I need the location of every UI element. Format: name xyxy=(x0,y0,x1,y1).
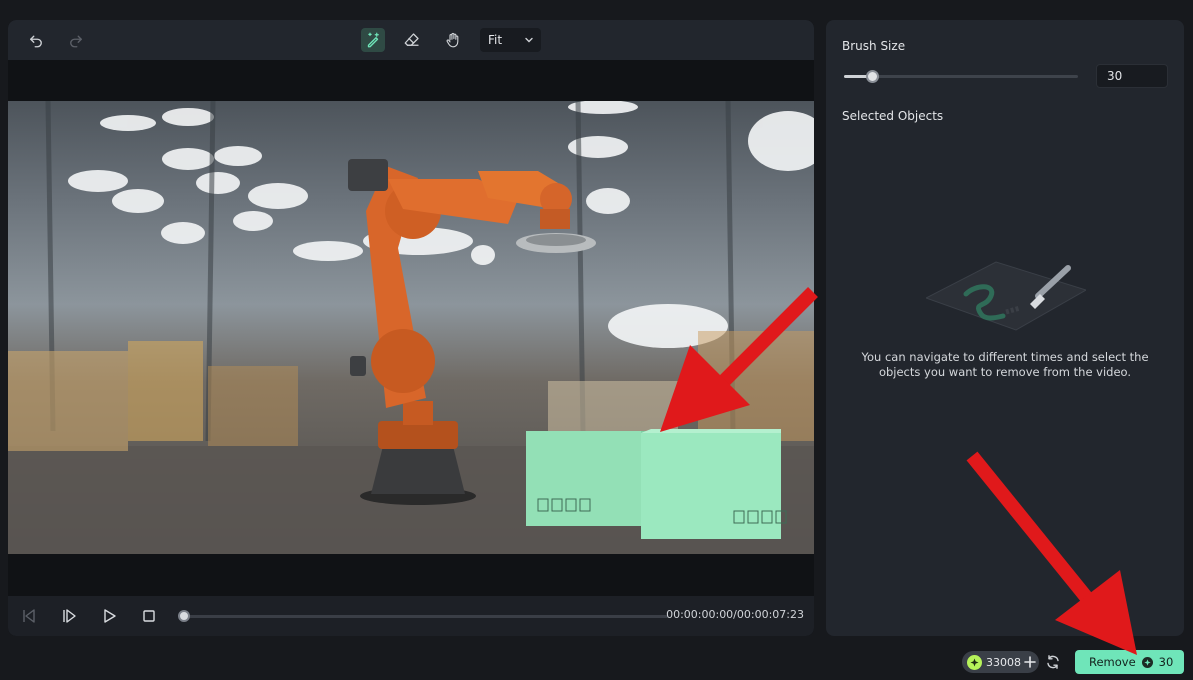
empty-state-message: You can navigate to different times and … xyxy=(861,350,1149,379)
video-preview[interactable] xyxy=(8,101,814,554)
credit-coin-icon xyxy=(967,654,982,670)
redo-button[interactable] xyxy=(64,28,88,52)
undo-button[interactable] xyxy=(24,28,48,52)
credits-value: 33008 xyxy=(986,655,1021,669)
undo-icon xyxy=(30,35,42,48)
next-frame-button[interactable] xyxy=(60,607,78,625)
remove-button-label: Remove xyxy=(1089,655,1136,669)
object-remover-panel: Brush Size 30 Selected Objects You can n… xyxy=(826,20,1184,636)
timeline-scrubber[interactable] xyxy=(184,615,668,618)
smart-brush-button[interactable] xyxy=(361,28,385,52)
stop-button[interactable] xyxy=(140,607,158,625)
selected-objects-label: Selected Objects xyxy=(842,109,944,123)
timecode: 00:00:00:00/00:00:07:23 xyxy=(666,608,804,621)
next-frame-icon xyxy=(63,609,76,623)
empty-state-illustration xyxy=(926,261,1086,331)
hand-button[interactable] xyxy=(441,28,465,52)
playback-bar: 00:00:00:00/00:00:07:23 xyxy=(8,596,814,636)
preview-panel: Fit 00:00:00:00/00:00:07:23 xyxy=(8,20,814,636)
scrubber-handle[interactable] xyxy=(178,610,190,622)
play-button[interactable] xyxy=(100,607,118,625)
refresh-icon[interactable] xyxy=(1045,654,1061,670)
eraser-button[interactable] xyxy=(400,28,424,52)
credits-balance[interactable]: 33008 xyxy=(962,651,1039,673)
preview-toolbar: Fit xyxy=(8,20,814,60)
video-frame-image xyxy=(8,101,814,554)
brush-size-slider[interactable] xyxy=(844,75,1078,78)
remove-cost: 30 xyxy=(1158,655,1174,669)
zoom-select-value: Fit xyxy=(488,33,503,47)
smart-brush-icon xyxy=(367,32,379,48)
credit-coin-icon xyxy=(1141,656,1153,668)
stop-icon xyxy=(143,610,155,622)
prev-frame-button[interactable] xyxy=(20,607,38,625)
plus-icon[interactable] xyxy=(1024,656,1036,668)
play-icon xyxy=(104,609,116,623)
chevron-down-icon xyxy=(525,37,533,43)
redo-icon xyxy=(70,35,82,48)
zoom-select[interactable]: Fit xyxy=(480,28,541,52)
prev-frame-icon xyxy=(23,609,35,623)
brush-size-input[interactable]: 30 xyxy=(1096,64,1168,88)
brush-size-label: Brush Size xyxy=(842,39,906,53)
hand-icon xyxy=(446,32,459,48)
brush-size-handle[interactable] xyxy=(866,70,880,83)
remove-button[interactable]: Remove 30 xyxy=(1075,650,1184,674)
eraser-icon xyxy=(404,33,419,46)
